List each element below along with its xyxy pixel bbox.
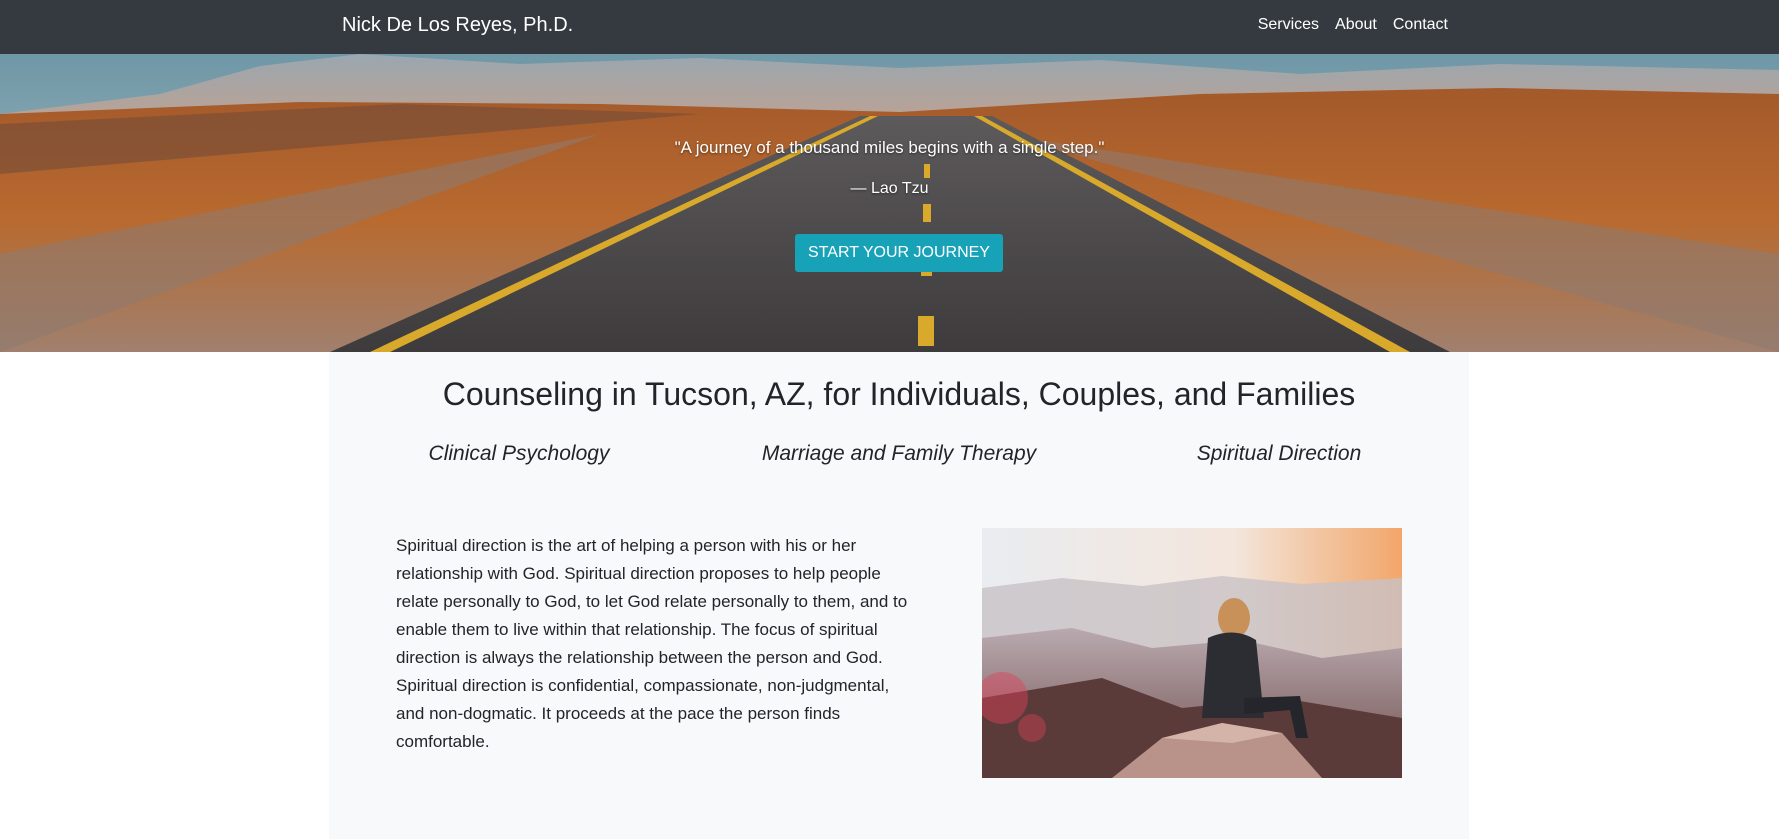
nav-link-contact[interactable]: Contact <box>1393 16 1448 34</box>
spiritual-direction-description: Spiritual direction is the art of helpin… <box>396 536 908 751</box>
nav-link-about[interactable]: About <box>1335 16 1377 34</box>
main-section: Counseling in Tucson, AZ, for Individual… <box>329 352 1469 839</box>
nav-link-services[interactable]: Services <box>1258 16 1319 34</box>
service-marriage-family-therapy: Marriage and Family Therapy <box>761 442 1037 465</box>
woman-on-mountain-photo <box>982 528 1402 778</box>
navbar: Nick De Los Reyes, Ph.D. Services About … <box>0 0 1779 54</box>
start-journey-button[interactable]: Start Your Journey <box>795 234 1003 272</box>
hero-quote: "A journey of a thousand miles begins wi… <box>674 138 1105 157</box>
hero-banner: "A journey of a thousand miles begins wi… <box>0 54 1779 352</box>
service-clinical-psychology: Clinical Psychology <box>428 442 610 465</box>
service-spiritual-direction: Spiritual Direction <box>1196 442 1362 465</box>
hero-road-image <box>0 54 1779 352</box>
brand-link[interactable]: Nick De Los Reyes, Ph.D. <box>342 14 573 37</box>
page-headline: Counseling in Tucson, AZ, for Individual… <box>442 376 1356 412</box>
hero-quote-author: — Lao Tzu <box>850 180 929 197</box>
nav-links: Services About Contact <box>1258 16 1448 34</box>
